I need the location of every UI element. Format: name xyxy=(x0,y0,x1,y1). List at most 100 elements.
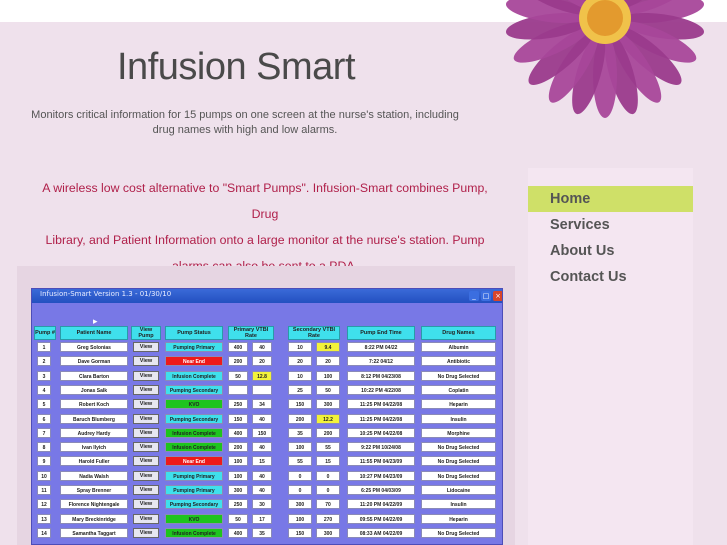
nav-item-about-us[interactable]: About Us xyxy=(528,238,693,264)
secondary-vtbi: 300 xyxy=(288,499,312,510)
app-window-title: Infusion-Smart Version 1.3 - 01/30/10 xyxy=(40,290,172,298)
secondary-vtbi: 10 xyxy=(288,370,312,381)
nav-item-home[interactable]: Home xyxy=(528,186,693,212)
col-head-view: View Pump xyxy=(131,326,161,340)
patient-name: Dave Gorman xyxy=(60,356,128,367)
secondary-vtbi: 100 xyxy=(288,513,312,524)
pump-status: Pumping Primary xyxy=(165,485,223,495)
tagline: Monitors critical information for 15 pum… xyxy=(30,108,460,138)
minimize-icon[interactable]: _ xyxy=(469,291,479,301)
tagline-line-2: drug names with high and low alarms. xyxy=(152,124,338,136)
pump-number: 8 xyxy=(37,442,51,453)
secondary-vtbi: 150 xyxy=(288,527,312,538)
pump-status: KVO xyxy=(165,513,223,524)
secondary-rate: 270 xyxy=(316,513,340,524)
view-pump-button[interactable]: View xyxy=(133,384,159,395)
secondary-rate: 9.4 xyxy=(316,342,340,352)
primary-vtbi: 250 xyxy=(228,499,248,510)
app-screenshot-window: Infusion-Smart Version 1.3 - 01/30/10 _ … xyxy=(31,288,503,545)
primary-rate: 20 xyxy=(252,356,272,367)
pump-end-time: 8:22 PM 04/22 xyxy=(347,342,415,352)
secondary-rate: 50 xyxy=(316,384,340,395)
primary-vtbi: 150 xyxy=(228,413,248,424)
pump-status: Pumping Secondary xyxy=(165,499,223,510)
secondary-rate: 55 xyxy=(316,442,340,453)
pump-end-time: 6:25 PM 04/03/09 xyxy=(347,485,415,495)
primary-vtbi: 250 xyxy=(228,399,248,410)
patient-name: Florence Nightengale xyxy=(60,499,128,510)
pump-end-time: 7:22 04/12 xyxy=(347,356,415,367)
nav-item-contact-us[interactable]: Contact Us xyxy=(528,264,693,290)
patient-name: Audrey Hardy xyxy=(60,427,128,438)
pump-status: Near End xyxy=(165,356,223,367)
primary-vtbi: 200 xyxy=(228,442,248,453)
intro-text: A wireless low cost alternative to "Smar… xyxy=(30,175,500,279)
drug-name: Albumin xyxy=(421,342,496,352)
pump-status: Infusion Complete xyxy=(165,442,223,453)
drug-name: Antibiotic xyxy=(421,356,496,367)
view-pump-button[interactable]: View xyxy=(133,342,159,352)
col-head-primary: Primary VTBI Rate xyxy=(228,326,274,340)
view-pump-button[interactable]: View xyxy=(133,356,159,367)
pump-number: 6 xyxy=(37,413,51,424)
view-pump-button[interactable]: View xyxy=(133,499,159,510)
view-pump-button[interactable]: View xyxy=(133,456,159,467)
drug-name: No Drug Selected xyxy=(421,442,496,453)
view-pump-button[interactable]: View xyxy=(133,442,159,453)
patient-name: Ivan Ilyich xyxy=(60,442,128,453)
secondary-rate: 12.2 xyxy=(316,413,340,424)
pump-number: 1 xyxy=(37,342,51,352)
view-pump-button[interactable]: View xyxy=(133,527,159,538)
pump-end-time: 9:22 PM 10/24/08 xyxy=(347,442,415,453)
col-head-secondary: Secondary VTBI Rate xyxy=(288,326,340,340)
intro-line-2: Library, and Patient Information onto a … xyxy=(45,233,485,247)
close-icon[interactable]: × xyxy=(493,291,502,301)
drug-name: No Drug Selected xyxy=(421,470,496,481)
pump-number: 2 xyxy=(37,356,51,367)
drug-name: Insulin xyxy=(421,499,496,510)
pump-status: Pumping Secondary xyxy=(165,384,223,395)
pump-end-time: 10:25 PM 04/22/08 xyxy=(347,427,415,438)
maximize-icon[interactable]: □ xyxy=(481,291,491,301)
pump-end-time: 11:20 PM 04/22/09 xyxy=(347,499,415,510)
pump-number: 10 xyxy=(37,470,51,481)
pump-number: 11 xyxy=(37,485,51,495)
pump-end-time: 8:12 PM 04/23/08 xyxy=(347,370,415,381)
primary-vtbi: 50 xyxy=(228,370,248,381)
pump-end-time: 08:33 AM 04/22/09 xyxy=(347,527,415,538)
primary-vtbi xyxy=(228,384,248,395)
view-pump-button[interactable]: View xyxy=(133,485,159,495)
primary-rate xyxy=(252,384,272,395)
primary-vtbi: 400 xyxy=(228,427,248,438)
view-pump-button[interactable]: View xyxy=(133,513,159,524)
secondary-vtbi: 10 xyxy=(288,342,312,352)
view-pump-button[interactable]: View xyxy=(133,470,159,481)
patient-name: Baruch Blumberg xyxy=(60,413,128,424)
view-pump-button[interactable]: View xyxy=(133,399,159,410)
pump-number: 9 xyxy=(37,456,51,467)
primary-rate: 35 xyxy=(252,527,272,538)
view-pump-button[interactable]: View xyxy=(133,370,159,381)
drug-name: Heparin xyxy=(421,513,496,524)
col-head-drug: Drug Names xyxy=(421,326,496,340)
pump-number: 13 xyxy=(37,513,51,524)
pump-end-time: 11:25 PM 04/22/08 xyxy=(347,399,415,410)
pump-status: Pumping Primary xyxy=(165,470,223,481)
primary-vtbi: 50 xyxy=(228,513,248,524)
primary-rate: 150 xyxy=(252,427,272,438)
patient-name: Robert Koch xyxy=(60,399,128,410)
tagline-line-1: Monitors critical information for 15 pum… xyxy=(31,109,459,121)
patient-name: Mary Breckinridge xyxy=(60,513,128,524)
primary-vtbi: 400 xyxy=(228,527,248,538)
pump-number: 4 xyxy=(37,384,51,395)
secondary-vtbi: 25 xyxy=(288,384,312,395)
primary-vtbi: 100 xyxy=(228,470,248,481)
pump-status: Pumping Primary xyxy=(165,342,223,352)
primary-rate: 12.8 xyxy=(252,370,272,381)
nav-item-services[interactable]: Services xyxy=(528,212,693,238)
secondary-vtbi: 200 xyxy=(288,413,312,424)
view-pump-button[interactable]: View xyxy=(133,413,159,424)
view-pump-button[interactable]: View xyxy=(133,427,159,438)
pump-end-time: 09:55 PM 04/22/09 xyxy=(347,513,415,524)
primary-rate: 40 xyxy=(252,485,272,495)
